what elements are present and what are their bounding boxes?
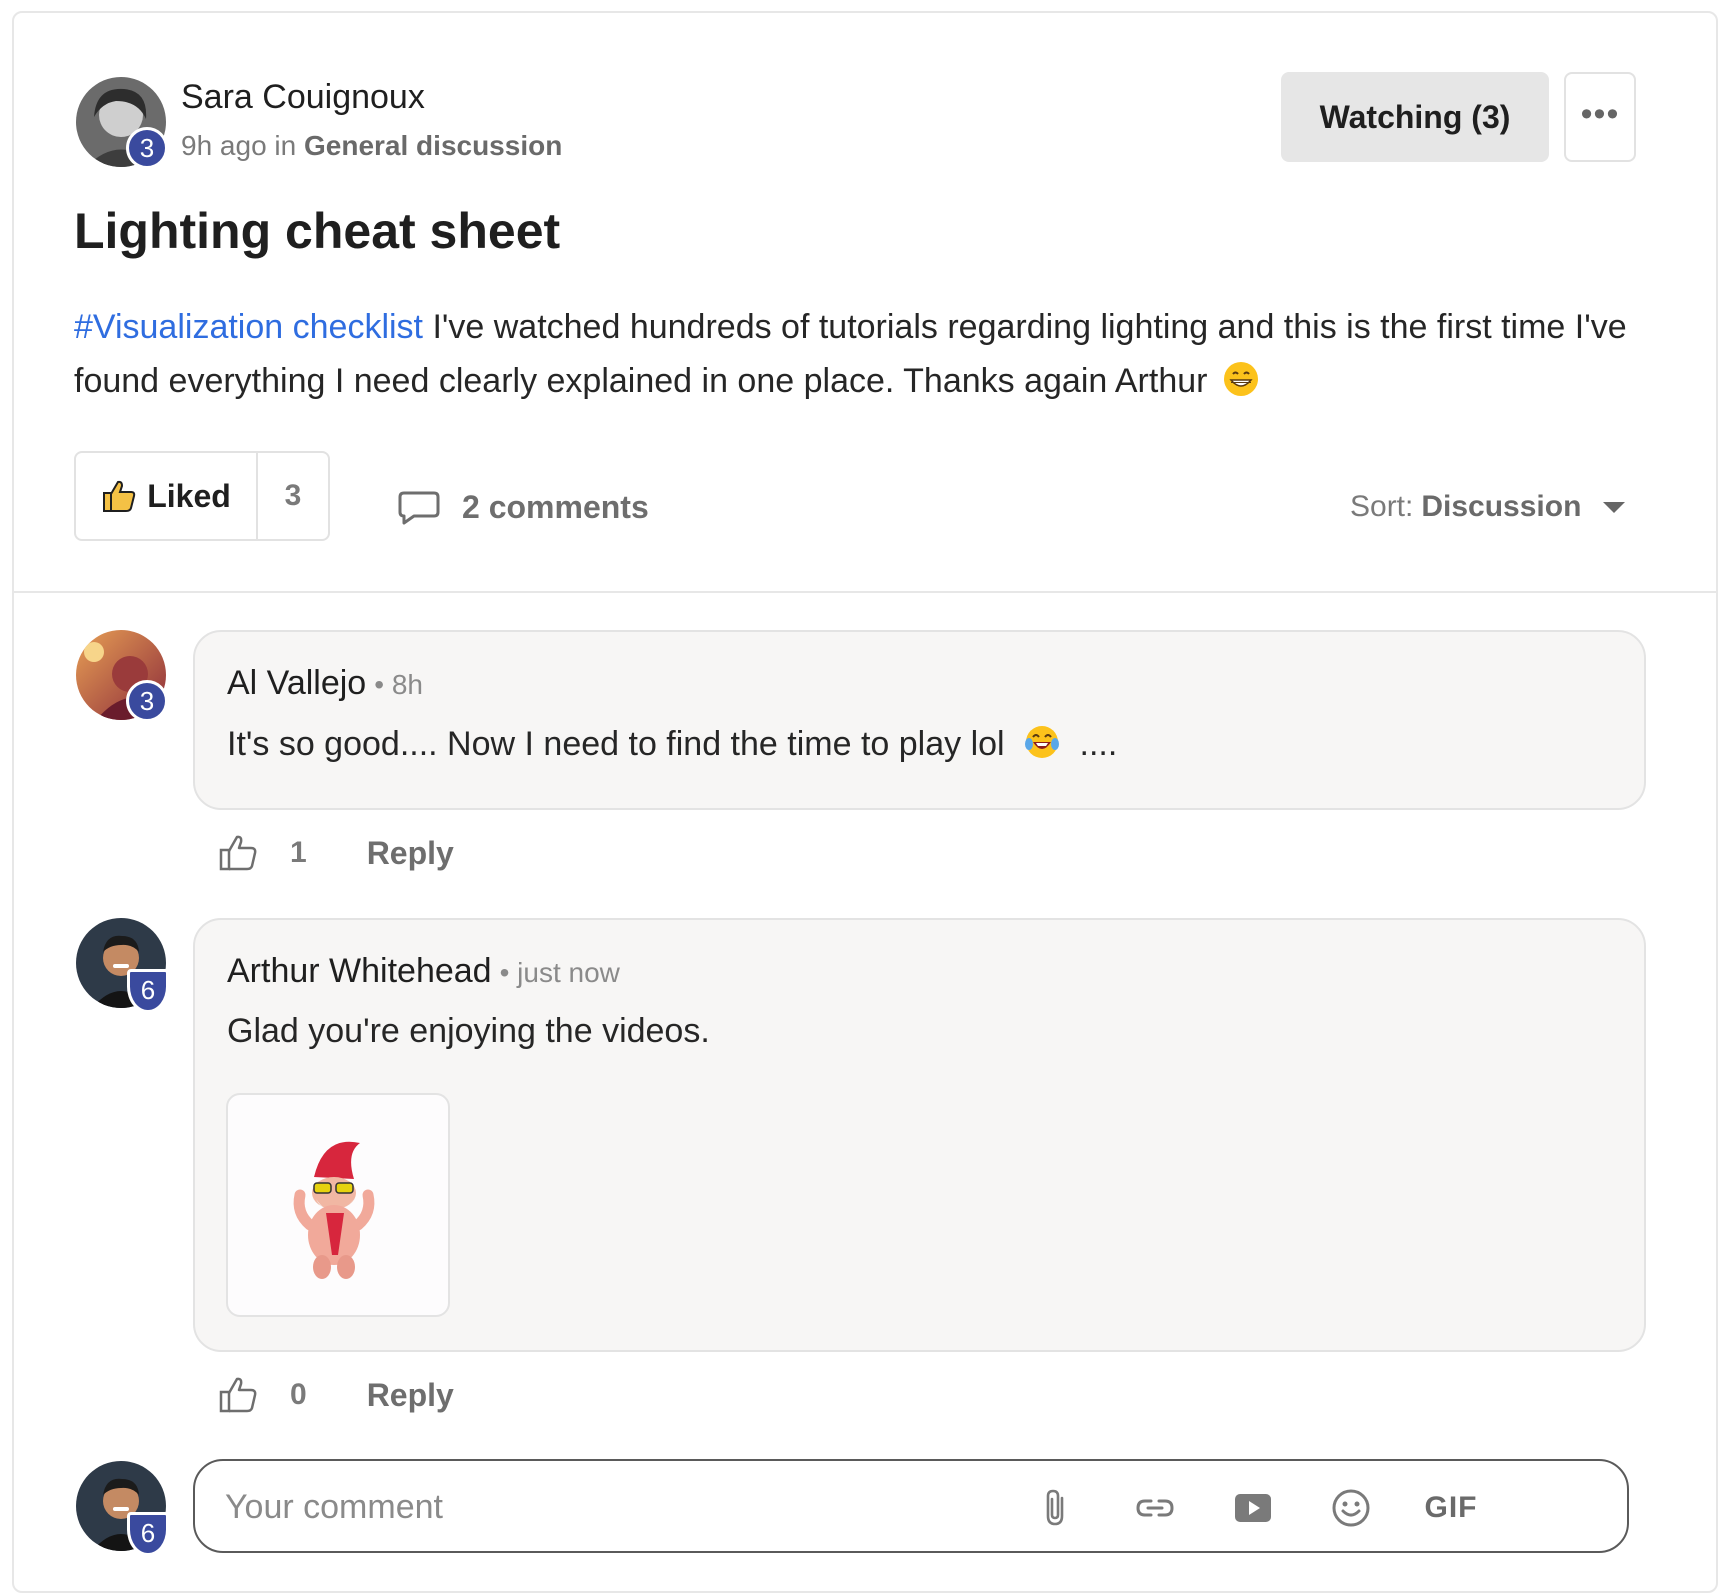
comment-author-line: Al Vallejo • 8h <box>227 664 423 703</box>
comment-text: It's so good.... Now I need to find the … <box>227 724 1117 764</box>
comment-time: • just now <box>499 957 620 988</box>
play-video-icon <box>1235 1494 1271 1522</box>
sort-dropdown[interactable]: Sort: Discussion <box>1350 490 1626 524</box>
liked-button[interactable]: Liked <box>76 453 258 539</box>
post-time: 9h ago <box>181 130 267 161</box>
comment-bubble: Al Vallejo • 8h It's so good.... Now I ne… <box>193 630 1646 810</box>
grinning-face-emoji-icon <box>1223 362 1258 396</box>
post-title: Lighting cheat sheet <box>74 203 561 259</box>
divider <box>12 591 1718 593</box>
comment-like-count: 0 <box>290 1378 307 1411</box>
comment-author-name[interactable]: Al Vallejo <box>227 664 366 702</box>
comment-bubble-icon <box>398 491 440 524</box>
hashtag-link[interactable]: #Visualization checklist <box>74 308 423 346</box>
sort-value: Discussion <box>1421 490 1582 523</box>
comments-link[interactable]: 2 comments <box>398 489 649 526</box>
like-count[interactable]: 3 <box>258 453 328 539</box>
thumbs-up-icon <box>103 480 136 512</box>
tears-of-joy-emoji-icon <box>1025 726 1060 758</box>
comment-time: • 8h <box>374 669 423 700</box>
emoji-button[interactable] <box>1327 1484 1375 1532</box>
commenter-level-badge: 3 <box>126 680 168 722</box>
gif-button[interactable]: GIF <box>1419 1484 1483 1532</box>
watching-button[interactable]: Watching (3) <box>1281 72 1549 162</box>
comment-bubble: Arthur Whitehead • just now Glad you're e… <box>193 918 1646 1352</box>
caret-down-icon <box>1603 501 1626 513</box>
gif-attachment[interactable] <box>226 1093 450 1317</box>
comment-text-suffix: .... <box>1079 725 1118 763</box>
sort-prefix: Sort: <box>1350 490 1414 523</box>
dancing-gnome-gif-icon <box>293 1141 375 1279</box>
reply-button[interactable]: Reply <box>367 1377 454 1414</box>
reply-button[interactable]: Reply <box>367 835 454 872</box>
post-category-link[interactable]: General discussion <box>304 130 562 161</box>
comment-like-count: 1 <box>290 836 307 869</box>
like-group: Liked 3 <box>74 451 330 541</box>
author-level-badge: 3 <box>126 127 168 169</box>
post-body: #Visualization checklist I've watched hu… <box>74 300 1634 408</box>
paperclip-icon <box>1046 1489 1064 1526</box>
thumbs-up-outline-icon[interactable] <box>218 834 258 872</box>
post-in-word: in <box>274 130 297 161</box>
author-name[interactable]: Sara Couignoux <box>181 78 425 117</box>
comments-count-label: 2 comments <box>462 489 649 525</box>
comment-author-name[interactable]: Arthur Whitehead <box>227 952 492 990</box>
video-button[interactable] <box>1229 1484 1277 1532</box>
thumbs-up-outline-icon[interactable] <box>218 1376 258 1414</box>
comment-text: Glad you're enjoying the videos. <box>227 1012 710 1050</box>
gif-icon: GIF <box>1424 1491 1478 1524</box>
comment-composer: GIF <box>193 1459 1629 1553</box>
liked-label: Liked <box>147 477 231 514</box>
post-meta: 9h ago in General discussion <box>181 130 562 162</box>
comment-text-body: It's so good.... Now I need to find the … <box>227 725 1005 763</box>
comment-author-line: Arthur Whitehead • just now <box>227 952 620 991</box>
more-options-button[interactable]: ••• <box>1564 72 1636 162</box>
link-button[interactable] <box>1131 1484 1179 1532</box>
comment-actions: 1 Reply <box>218 834 454 872</box>
attachment-button[interactable] <box>1033 1484 1081 1532</box>
comment-input[interactable] <box>225 1479 985 1535</box>
comment-actions: 0 Reply <box>218 1376 454 1414</box>
smiley-icon <box>1332 1489 1370 1527</box>
link-icon <box>1136 1499 1174 1517</box>
